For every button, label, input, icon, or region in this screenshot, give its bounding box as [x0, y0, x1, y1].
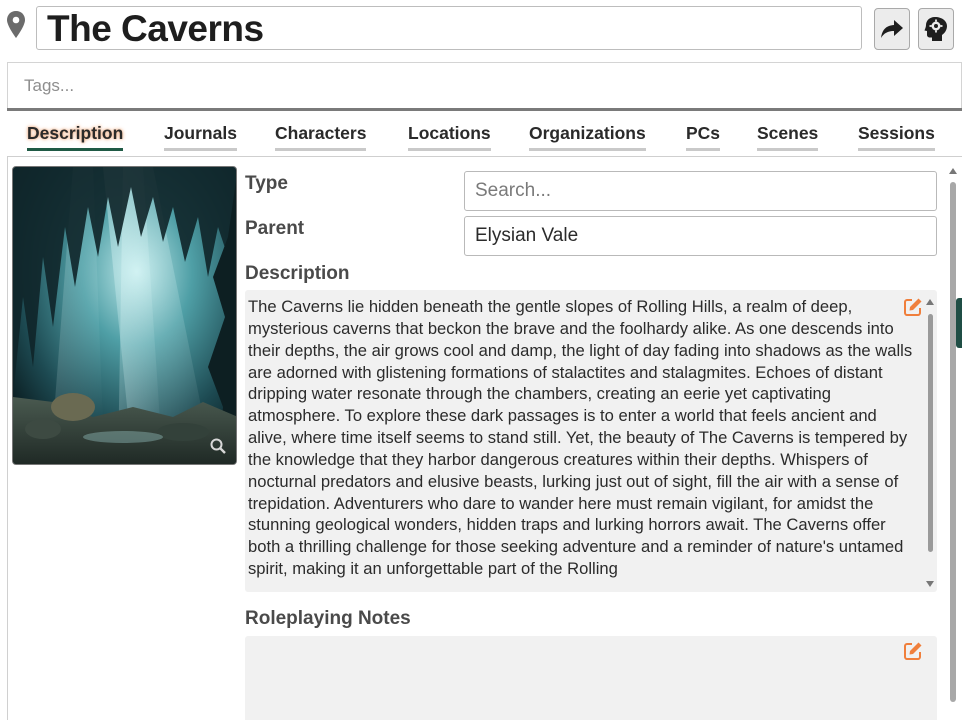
- parent-label: Parent: [245, 218, 305, 239]
- tab-scenes[interactable]: Scenes: [757, 123, 819, 151]
- cave-picture: [13, 167, 236, 464]
- location-image[interactable]: [12, 166, 237, 465]
- name-input[interactable]: The Caverns: [36, 6, 862, 50]
- tags-placeholder: Tags...: [24, 76, 75, 95]
- tags-input[interactable]: Tags...: [7, 62, 962, 108]
- description-text: The Caverns lie hidden beneath the gentl…: [248, 297, 913, 579]
- type-label: Type: [245, 173, 288, 194]
- tab-sessions[interactable]: Sessions: [858, 123, 935, 151]
- tab-bar: Description Journals Characters Location…: [7, 111, 962, 157]
- divider: [7, 157, 8, 720]
- tab-description[interactable]: Description: [27, 123, 124, 151]
- edit-icon[interactable]: [903, 641, 923, 661]
- share-button[interactable]: [874, 8, 910, 50]
- roleplaying-notes-editor[interactable]: [245, 636, 937, 720]
- roleplaying-notes-label: Roleplaying Notes: [245, 608, 411, 629]
- type-search-input[interactable]: Search...: [464, 171, 937, 211]
- tab-organizations[interactable]: Organizations: [529, 123, 646, 151]
- map-pin-icon: [7, 11, 25, 38]
- sidebar-toggle-handle[interactable]: [956, 298, 962, 348]
- parent-value: Elysian Vale: [475, 225, 579, 246]
- page-title: The Caverns: [47, 8, 264, 49]
- zoom-icon[interactable]: [210, 438, 226, 454]
- share-icon: [881, 20, 903, 38]
- description-editor[interactable]: The Caverns lie hidden beneath the gentl…: [245, 290, 937, 592]
- description-scrollbar[interactable]: [925, 298, 935, 588]
- brain-gear-icon: [924, 17, 947, 41]
- type-placeholder: Search...: [475, 180, 552, 201]
- brain-button[interactable]: [918, 8, 954, 50]
- parent-input[interactable]: Elysian Vale: [464, 216, 937, 256]
- tab-journals[interactable]: Journals: [164, 123, 237, 151]
- tab-characters[interactable]: Characters: [275, 123, 367, 151]
- tab-locations[interactable]: Locations: [408, 123, 491, 151]
- tab-pcs[interactable]: PCs: [686, 123, 721, 151]
- description-label: Description: [245, 263, 350, 284]
- edit-icon[interactable]: [903, 297, 923, 317]
- page-scrollbar[interactable]: [946, 166, 960, 720]
